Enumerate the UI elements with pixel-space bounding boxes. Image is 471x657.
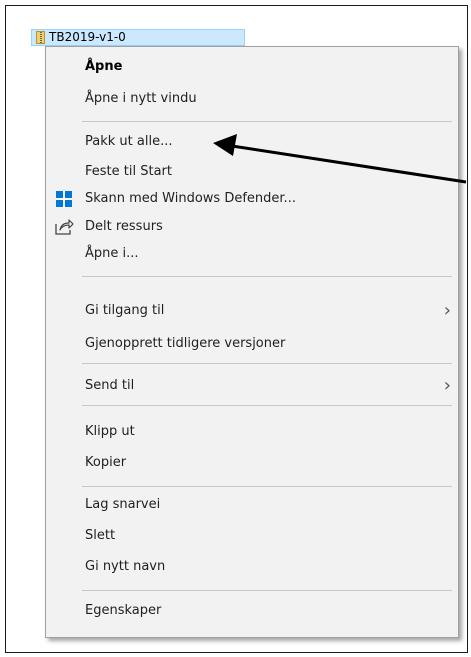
annotation-arrow-head — [213, 134, 237, 156]
annotation-arrow-layer — [213, 134, 467, 184]
annotation-arrow-line — [231, 144, 467, 184]
